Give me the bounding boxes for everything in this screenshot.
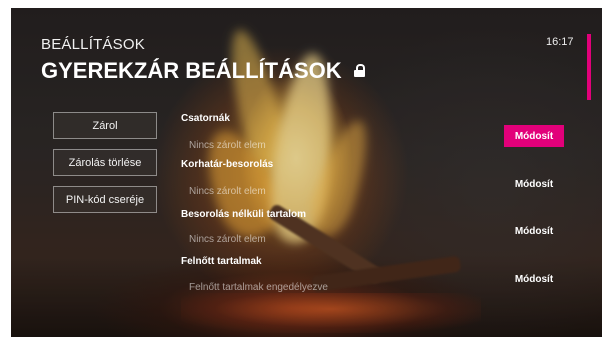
section-label-age-rating: Korhatár-besorolás [181, 159, 274, 170]
section-label-unrated-content: Besorolás nélküli tartalom [181, 209, 307, 220]
modify-button-unrated-content[interactable]: Módosít [504, 220, 564, 242]
clock: 16:17 [546, 36, 574, 48]
change-pin-button[interactable]: PIN-kód cseréje [53, 186, 157, 213]
remove-lock-button[interactable]: Zárolás törlése [53, 149, 157, 176]
modify-button-adult-content[interactable]: Módosít [504, 268, 564, 290]
section-label-adult-content: Felnőtt tartalmak [181, 256, 262, 267]
accent-bar [587, 34, 591, 100]
section-value-age-rating: Nincs zárolt elem [189, 186, 266, 197]
section-label-channels: Csatornák [181, 113, 230, 124]
page-title-text: GYEREKZÁR BEÁLLÍTÁSOK [41, 58, 342, 83]
section-value-adult-content: Felnőtt tartalmak engedélyezve [189, 282, 328, 293]
modify-button-age-rating[interactable]: Módosít [504, 173, 564, 195]
lock-button[interactable]: Zárol [53, 112, 157, 139]
lock-icon [353, 64, 365, 77]
modify-button-channels[interactable]: Módosít [504, 125, 564, 147]
page-title: GYEREKZÁR BEÁLLÍTÁSOK [41, 58, 365, 84]
section-value-channels: Nincs zárolt elem [189, 140, 266, 151]
breadcrumb: BEÁLLÍTÁSOK [41, 36, 145, 53]
section-value-unrated-content: Nincs zárolt elem [189, 234, 266, 245]
